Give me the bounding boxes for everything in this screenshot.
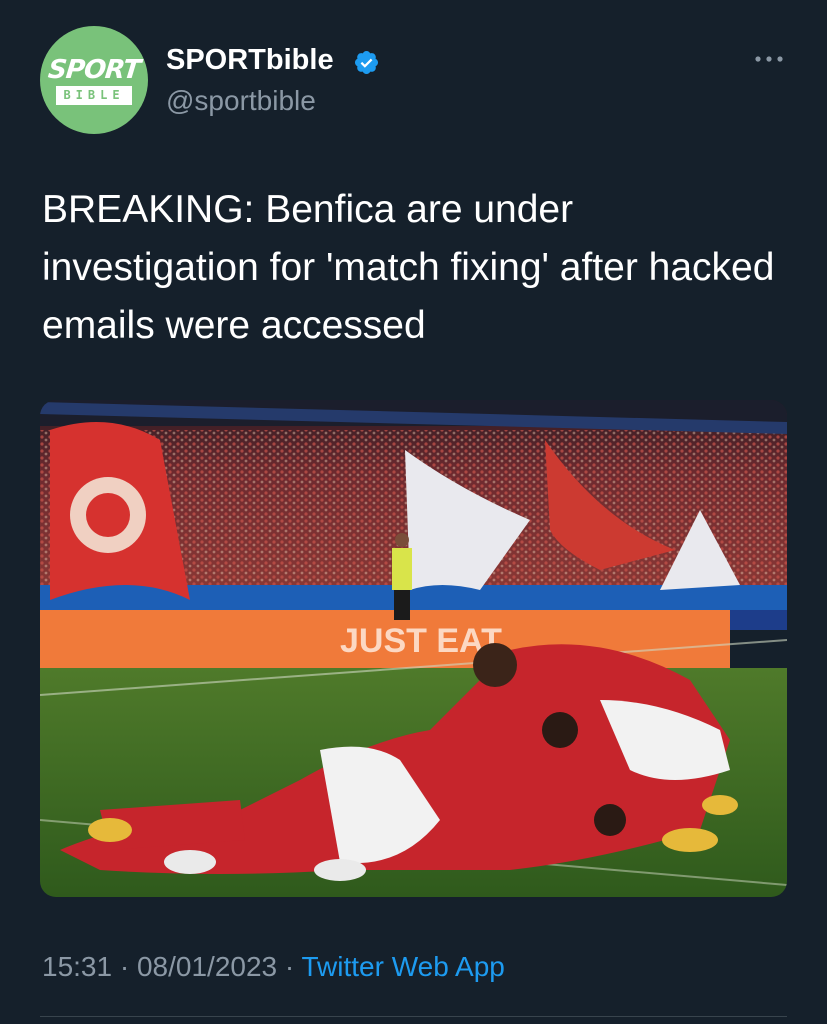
avatar-logo-word: SPORT (46, 55, 142, 85)
tweet-photo[interactable]: JUST EAT (40, 400, 787, 897)
meta-separator: · (284, 951, 295, 982)
tweet-card: SPORT BIBLE SPORTbible @sportbible BREAK… (0, 0, 827, 1024)
tweet-source-link[interactable]: Twitter Web App (302, 951, 505, 982)
meta-separator: · (119, 951, 130, 982)
avatar-logo-sub: BIBLE (56, 86, 132, 105)
photo-illustration: JUST EAT (40, 400, 787, 897)
more-options-icon[interactable] (752, 49, 786, 69)
tweet-meta: 15:31 · 08/01/2023 · Twitter Web App (42, 947, 505, 987)
tweet-time[interactable]: 15:31 (42, 951, 112, 982)
account-handle[interactable]: @sportbible (166, 84, 316, 118)
display-name[interactable]: SPORTbible (166, 42, 334, 78)
avatar[interactable]: SPORT BIBLE (40, 26, 148, 134)
divider (40, 1016, 787, 1017)
verified-badge-icon (354, 50, 379, 75)
tweet-text: BREAKING: Benfica are under investigatio… (42, 188, 775, 347)
tweet-date[interactable]: 08/01/2023 (137, 951, 277, 982)
